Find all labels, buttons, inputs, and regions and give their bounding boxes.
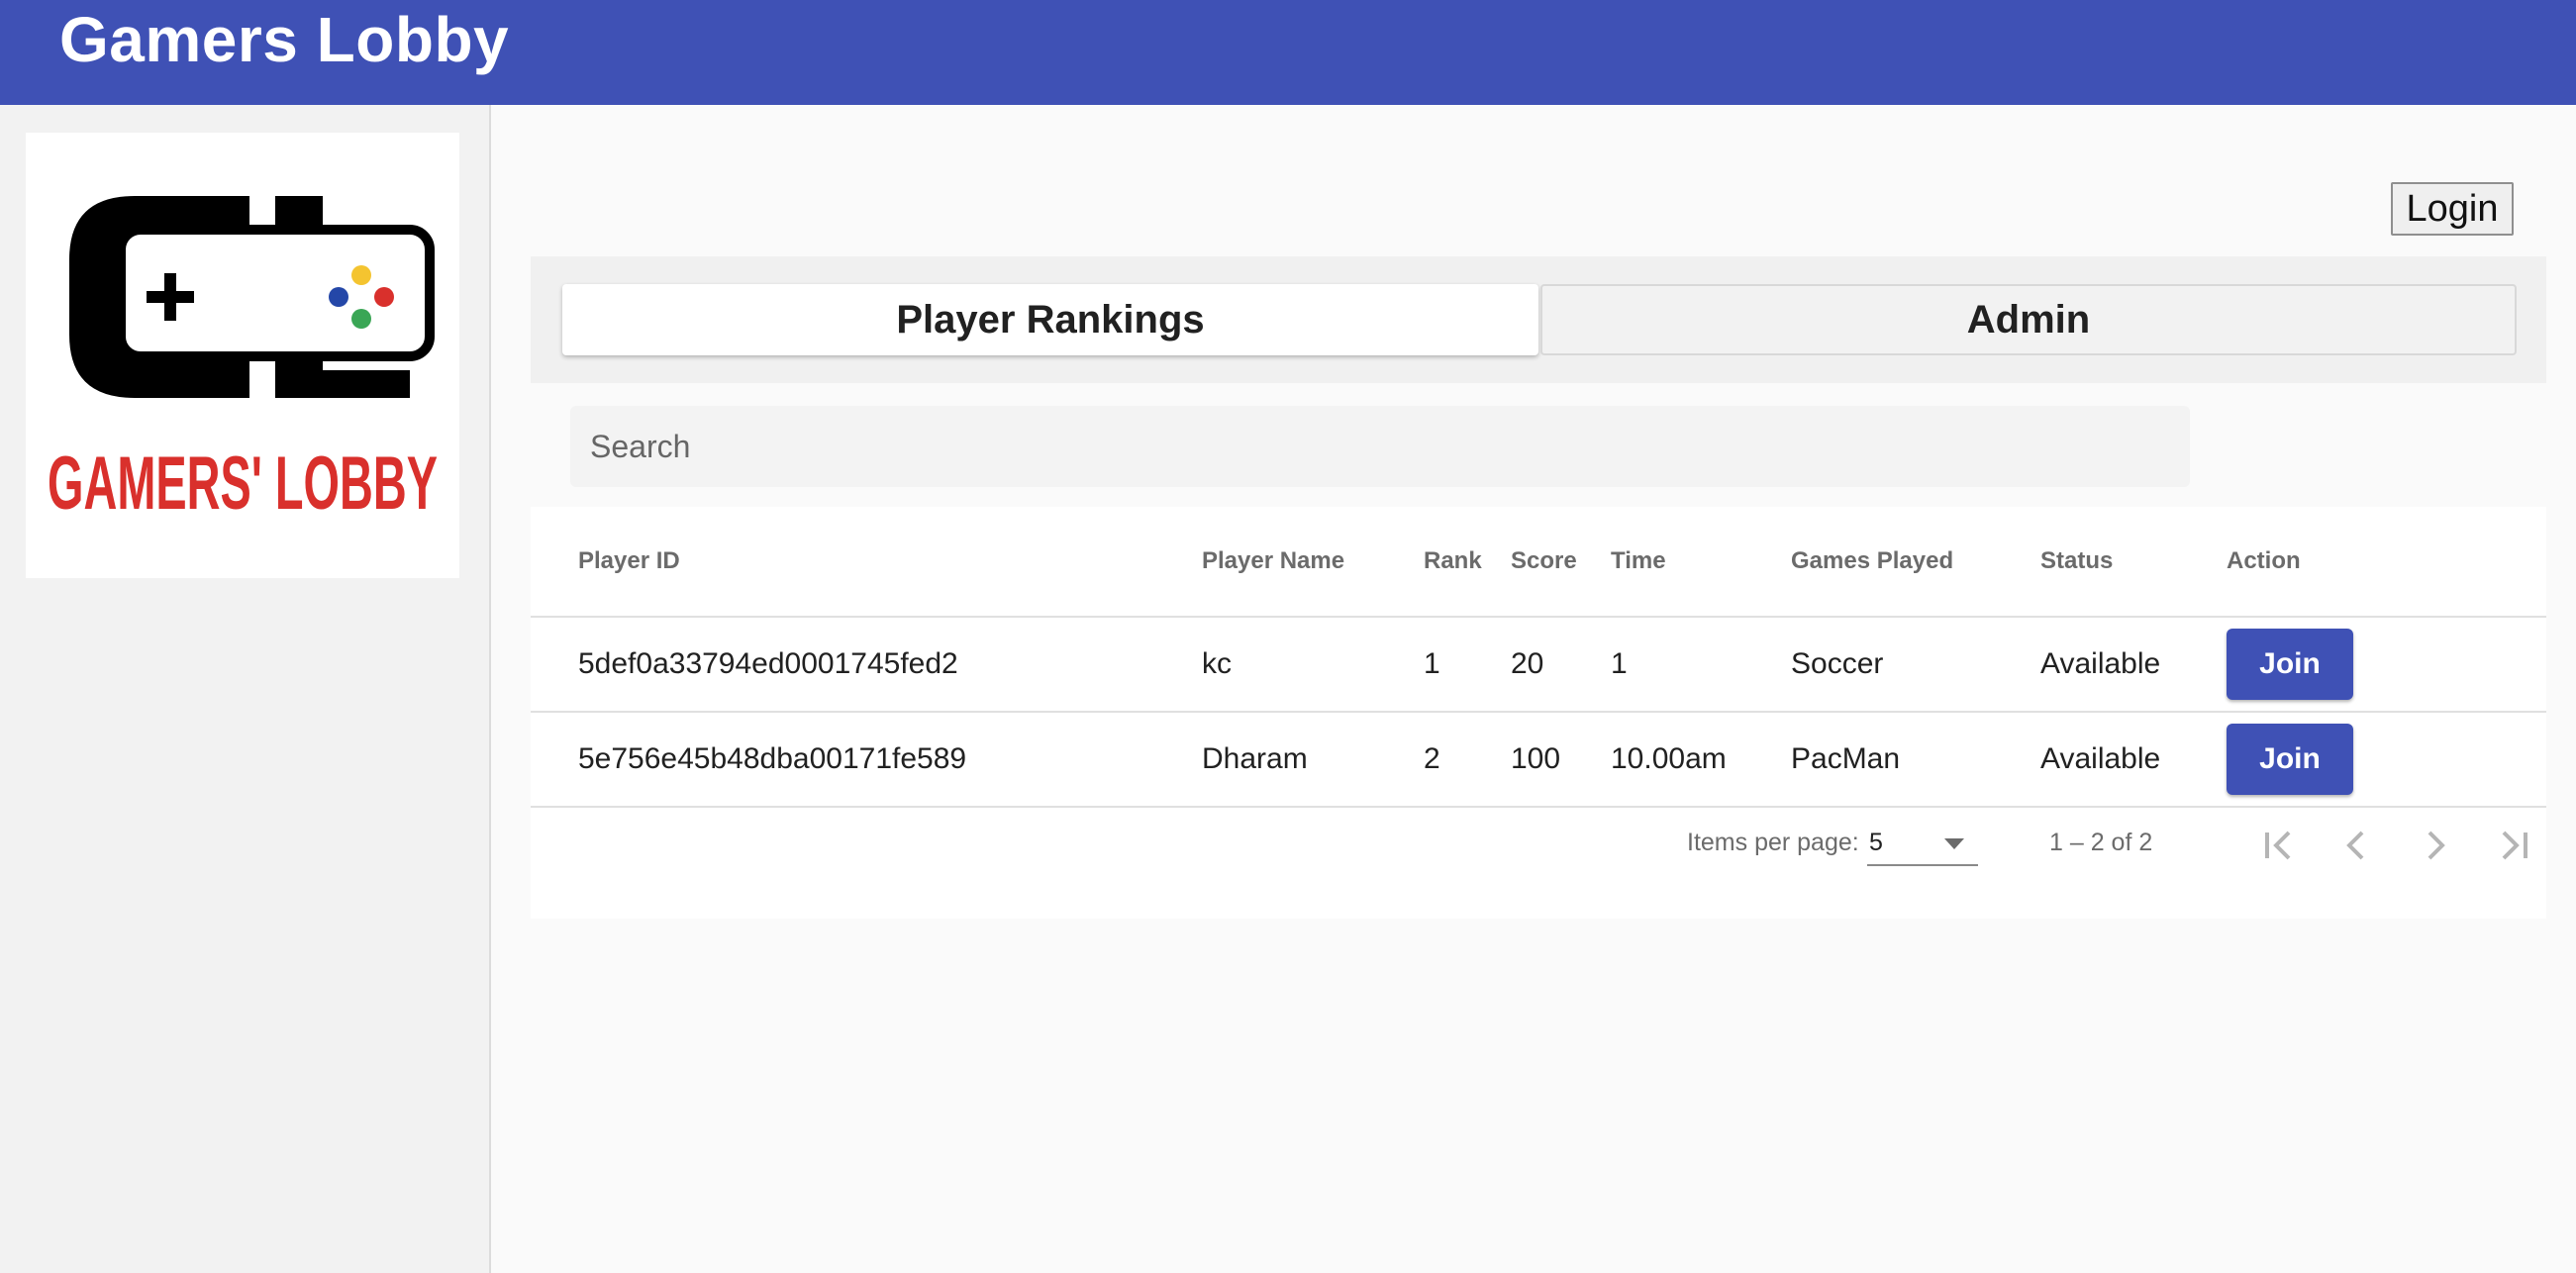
logo-text: GAMERS' LOBBY <box>48 441 438 526</box>
cell-action: Join <box>2227 712 2546 808</box>
column-header-player-name[interactable]: Player Name <box>1202 507 1424 618</box>
page-size-select[interactable]: 5 <box>1867 821 1978 866</box>
page-size-value: 5 <box>1869 829 1883 856</box>
player-rankings-table: Player ID Player Name Rank Score Time Ga… <box>531 507 2546 919</box>
sidenav: GAMERS' LOBBY <box>0 105 491 1273</box>
search-input[interactable] <box>570 406 2190 487</box>
table-header-row: Player ID Player Name Rank Score Time Ga… <box>531 507 2546 618</box>
cell-games-played: Soccer <box>1791 617 2040 713</box>
dropdown-arrow-icon <box>1944 838 1964 849</box>
dot-red <box>374 287 394 307</box>
tab-group: Player Rankings Admin <box>531 256 2546 383</box>
cell-player-id: 5e756e45b48dba00171fe589 <box>531 712 1202 808</box>
column-header-player-id[interactable]: Player ID <box>531 507 1202 618</box>
app-title: Gamers Lobby <box>59 4 510 75</box>
cell-time: 10.00am <box>1611 712 1791 808</box>
items-per-page-label: Items per page: <box>1687 829 1859 856</box>
cell-player-name: Dharam <box>1202 712 1424 808</box>
table-row: 5def0a33794ed0001745fed2 kc 1 20 1 Socce… <box>531 617 2546 713</box>
cell-score: 100 <box>1511 712 1611 808</box>
cell-player-id: 5def0a33794ed0001745fed2 <box>531 617 1202 713</box>
tab-admin[interactable]: Admin <box>1540 284 2517 355</box>
column-header-rank[interactable]: Rank <box>1424 507 1511 618</box>
first-page-icon[interactable] <box>2253 821 2303 870</box>
cell-time: 1 <box>1611 617 1791 713</box>
page-range-label: 1 – 2 of 2 <box>2049 829 2153 856</box>
previous-page-icon[interactable] <box>2331 821 2381 870</box>
cell-status: Available <box>2040 617 2227 713</box>
paginator: Items per page: 5 1 – 2 of 2 <box>531 809 2546 888</box>
dot-yellow <box>351 265 371 285</box>
last-page-icon[interactable] <box>2490 821 2539 870</box>
column-header-score[interactable]: Score <box>1511 507 1611 618</box>
cell-rank: 2 <box>1424 712 1511 808</box>
cell-status: Available <box>2040 712 2227 808</box>
next-page-icon[interactable] <box>2411 821 2460 870</box>
cell-action: Join <box>2227 617 2546 713</box>
column-header-status[interactable]: Status <box>2040 507 2227 618</box>
cell-score: 20 <box>1511 617 1611 713</box>
cell-rank: 1 <box>1424 617 1511 713</box>
gamers-lobby-logo: GAMERS' LOBBY <box>48 196 438 526</box>
table-row: 5e756e45b48dba00171fe589 Dharam 2 100 10… <box>531 712 2546 808</box>
column-header-games-played[interactable]: Games Played <box>1791 507 2040 618</box>
cell-games-played: PacMan <box>1791 712 2040 808</box>
dot-green <box>351 309 371 329</box>
logo-card: GAMERS' LOBBY <box>26 133 459 578</box>
join-button[interactable]: Join <box>2227 724 2353 795</box>
login-button[interactable]: Login <box>2391 182 2514 236</box>
cell-player-name: kc <box>1202 617 1424 713</box>
dot-blue <box>329 287 348 307</box>
top-toolbar: Gamers Lobby <box>0 0 2576 105</box>
join-button[interactable]: Join <box>2227 629 2353 700</box>
column-header-time[interactable]: Time <box>1611 507 1791 618</box>
tab-player-rankings[interactable]: Player Rankings <box>562 284 1538 355</box>
column-header-action: Action <box>2227 507 2546 618</box>
